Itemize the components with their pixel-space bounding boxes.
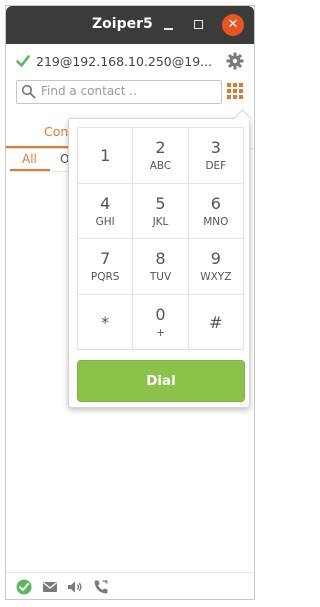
- key-digit: *: [101, 312, 110, 332]
- key-letters: JKL: [152, 215, 169, 228]
- registered-check-icon: [16, 55, 30, 67]
- key-letters: TUV: [149, 271, 172, 283]
- key-letters: MNO: [203, 215, 229, 228]
- filter-divider: [10, 171, 70, 172]
- maximize-icon: [193, 20, 203, 29]
- dialpad-popup: 1 2 ABC 3 DEF 4 GHI 5 JKL 6 MNO 7 PQRS 8 TUV 9 W…: [68, 109, 252, 408]
- key-letters: ABC: [149, 160, 172, 172]
- key-digit: 1: [100, 146, 111, 165]
- key-digit: 2: [155, 138, 166, 157]
- close-button[interactable]: ✕: [222, 14, 244, 36]
- status-bar: [6, 572, 254, 600]
- key-0[interactable]: 0 +: [133, 294, 189, 350]
- window-title: Zoiper5: [92, 16, 153, 32]
- key-digit: 8: [155, 249, 166, 268]
- key-digit: #: [209, 312, 223, 332]
- key-7[interactable]: 7 PQRS: [78, 239, 134, 295]
- filter-all[interactable]: All: [22, 152, 37, 166]
- account-address: 219@192.168.10.250@19...: [36, 54, 213, 69]
- key-letters: WXYZ: [200, 271, 232, 283]
- key-3[interactable]: 3 DEF: [188, 128, 244, 184]
- minimize-icon: [163, 28, 173, 30]
- minimize-button[interactable]: [158, 15, 178, 35]
- key-4[interactable]: 4 GHI: [78, 183, 134, 239]
- popup-arrow: [233, 109, 252, 128]
- account-row: 219@192.168.10.250@19...: [6, 44, 254, 78]
- key-9[interactable]: 9 WXYZ: [188, 239, 244, 295]
- status-ok-icon[interactable]: [16, 579, 32, 595]
- key-digit: 3: [210, 138, 221, 157]
- dialpad-grid-icon[interactable]: [226, 82, 244, 100]
- app-window: Zoiper5 ✕ 219@192.168.10.250@19... Find …: [6, 6, 254, 599]
- search-input[interactable]: [41, 81, 217, 101]
- dialpad-keys: 1 2 ABC 3 DEF 4 GHI 5 JKL 6 MNO 7 PQRS 8 TUV 9 W…: [77, 127, 244, 350]
- call-log-icon[interactable]: [93, 579, 109, 595]
- maximize-button[interactable]: [188, 15, 208, 35]
- search-icon: [21, 84, 36, 99]
- contact-search-box[interactable]: [16, 80, 222, 104]
- key-digit: 6: [210, 193, 221, 213]
- gear-icon[interactable]: [226, 52, 244, 70]
- key-hash[interactable]: #: [188, 294, 244, 350]
- key-8[interactable]: 8 TUV: [133, 239, 189, 295]
- key-1[interactable]: 1: [78, 128, 134, 184]
- key-digit: 0: [155, 304, 166, 324]
- key-digit: 7: [100, 249, 111, 268]
- key-digit: 5: [155, 193, 166, 213]
- key-digit: 9: [210, 249, 221, 268]
- title-bar[interactable]: Zoiper5 ✕: [6, 6, 254, 44]
- volume-icon[interactable]: [67, 579, 83, 595]
- key-5[interactable]: 5 JKL: [133, 183, 189, 239]
- key-letters: DEF: [205, 160, 227, 172]
- key-6[interactable]: 6 MNO: [188, 183, 244, 239]
- key-letters: +: [156, 326, 165, 339]
- key-digit: 4: [100, 193, 111, 213]
- key-letters: PQRS: [90, 271, 120, 283]
- key-star[interactable]: *: [78, 294, 134, 350]
- dial-button[interactable]: Dial: [77, 360, 245, 402]
- key-2[interactable]: 2 ABC: [133, 128, 189, 184]
- key-letters: GHI: [95, 215, 115, 228]
- messages-icon[interactable]: [42, 579, 58, 595]
